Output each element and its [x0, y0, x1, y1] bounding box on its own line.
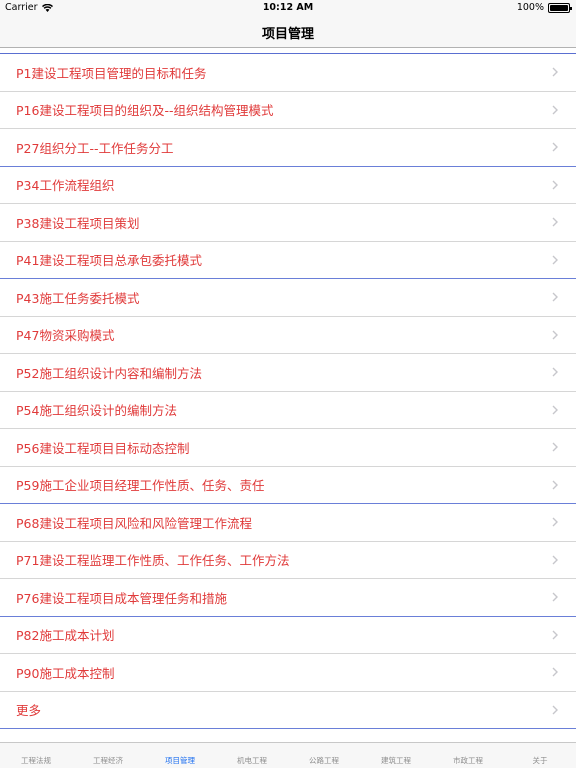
- app-screen: Carrier 10:12 AM 100% 项目管理 P1建设工程项目管理的目标…: [0, 0, 576, 768]
- chevron-right-icon: [552, 330, 558, 340]
- list-item-label: P56建设工程项目目标动态控制: [16, 440, 190, 456]
- list-item-label: P54施工组织设计的编制方法: [16, 403, 177, 419]
- list-item-label: P43施工任务委托模式: [16, 290, 140, 306]
- list-item[interactable]: P41建设工程项目总承包委托模式: [0, 242, 576, 279]
- chevron-right-icon: [552, 292, 558, 302]
- list-item[interactable]: P38建设工程项目策划: [0, 204, 576, 242]
- tab-item[interactable]: 建筑工程: [360, 743, 432, 768]
- tab-item[interactable]: 机电工程: [216, 743, 288, 768]
- list-item[interactable]: P47物资采购模式: [0, 317, 576, 354]
- list-item-label: P27组织分工--工作任务分工: [16, 140, 174, 156]
- list-item-label: P68建设工程项目风险和风险管理工作流程: [16, 515, 252, 531]
- list-item[interactable]: P82施工成本计划: [0, 617, 576, 654]
- tab-item[interactable]: 市政工程: [432, 743, 504, 768]
- navigation-bar: 项目管理: [0, 16, 576, 48]
- battery-indicator: 100%: [516, 2, 572, 13]
- chevron-right-icon: [552, 667, 558, 677]
- list-item[interactable]: P76建设工程项目成本管理任务和措施: [0, 579, 576, 617]
- battery-percent: 100%: [516, 2, 544, 13]
- list-item-label: P59施工企业项目经理工作性质、任务、责任: [16, 478, 265, 494]
- chevron-right-icon: [552, 480, 558, 490]
- status-bar: Carrier 10:12 AM 100%: [0, 0, 576, 16]
- page-title: 项目管理: [261, 27, 314, 42]
- chevron-right-icon: [552, 442, 558, 452]
- list-item-label: P1建设工程项目管理的目标和任务: [16, 65, 207, 81]
- list-item[interactable]: P1建设工程项目管理的目标和任务: [0, 54, 576, 92]
- chevron-right-icon: [552, 405, 558, 415]
- list-item[interactable]: P56建设工程项目目标动态控制: [0, 429, 576, 467]
- list-item-label: P38建设工程项目策划: [16, 215, 140, 231]
- list-item[interactable]: P34工作流程组织: [0, 167, 576, 204]
- chevron-right-icon: [552, 217, 558, 227]
- list-item[interactable]: P52施工组织设计内容和编制方法: [0, 354, 576, 392]
- tab-item[interactable]: 关于: [504, 743, 576, 768]
- list-item[interactable]: 更多: [0, 692, 576, 729]
- status-time: 10:12 AM: [262, 2, 314, 13]
- list-item[interactable]: P71建设工程监理工作性质、工作任务、工作方法: [0, 542, 576, 579]
- list-item-label: P47物资采购模式: [16, 328, 115, 344]
- chevron-right-icon: [552, 555, 558, 565]
- chevron-right-icon: [552, 142, 558, 152]
- tab-bar: 工程法规 工程经济 项目管理 机电工程 公路工程 建筑工程 市政工程 关于: [0, 742, 576, 768]
- list-item[interactable]: P59施工企业项目经理工作性质、任务、责任: [0, 467, 576, 504]
- chapter-list: P1建设工程项目管理的目标和任务 P16建设工程项目的组织及--组织结构管理模式 P…: [0, 53, 576, 730]
- battery-fill: [550, 4, 568, 11]
- tab-item[interactable]: 公路工程: [288, 743, 360, 768]
- list-item-label: P52施工组织设计内容和编制方法: [16, 365, 202, 381]
- list-item-label: P76建设工程项目成本管理任务和措施: [16, 590, 227, 606]
- list-item-label: P90施工成本控制: [16, 665, 115, 681]
- list-item-label: 更多: [16, 703, 42, 719]
- list-item-label: P82施工成本计划: [16, 628, 115, 644]
- chevron-right-icon: [552, 517, 558, 527]
- list-item[interactable]: P16建设工程项目的组织及--组织结构管理模式: [0, 92, 576, 129]
- list-item[interactable]: P27组织分工--工作任务分工: [0, 129, 576, 167]
- chevron-right-icon: [552, 180, 558, 190]
- list-item[interactable]: P54施工组织设计的编制方法: [0, 392, 576, 429]
- list-item[interactable]: P43施工任务委托模式: [0, 279, 576, 317]
- chevron-right-icon: [552, 630, 558, 640]
- battery-icon: [548, 2, 572, 13]
- list-item-label: P41建设工程项目总承包委托模式: [16, 253, 202, 269]
- chevron-right-icon: [552, 705, 558, 715]
- chevron-right-icon: [552, 105, 558, 115]
- list-item-label: P34工作流程组织: [16, 178, 115, 194]
- tab-item[interactable]: 工程经济: [72, 743, 144, 768]
- chevron-right-icon: [552, 255, 558, 265]
- chevron-right-icon: [552, 367, 558, 377]
- list-item-label: P71建设工程监理工作性质、工作任务、工作方法: [16, 553, 290, 569]
- tab-item[interactable]: 工程法规: [0, 743, 72, 768]
- list-item[interactable]: P68建设工程项目风险和风险管理工作流程: [0, 504, 576, 542]
- chevron-right-icon: [552, 67, 558, 77]
- chevron-right-icon: [552, 592, 558, 602]
- list-item-label: P16建设工程项目的组织及--组织结构管理模式: [16, 103, 274, 119]
- list-item[interactable]: P90施工成本控制: [0, 654, 576, 692]
- tab-item[interactable]: 项目管理: [144, 743, 216, 768]
